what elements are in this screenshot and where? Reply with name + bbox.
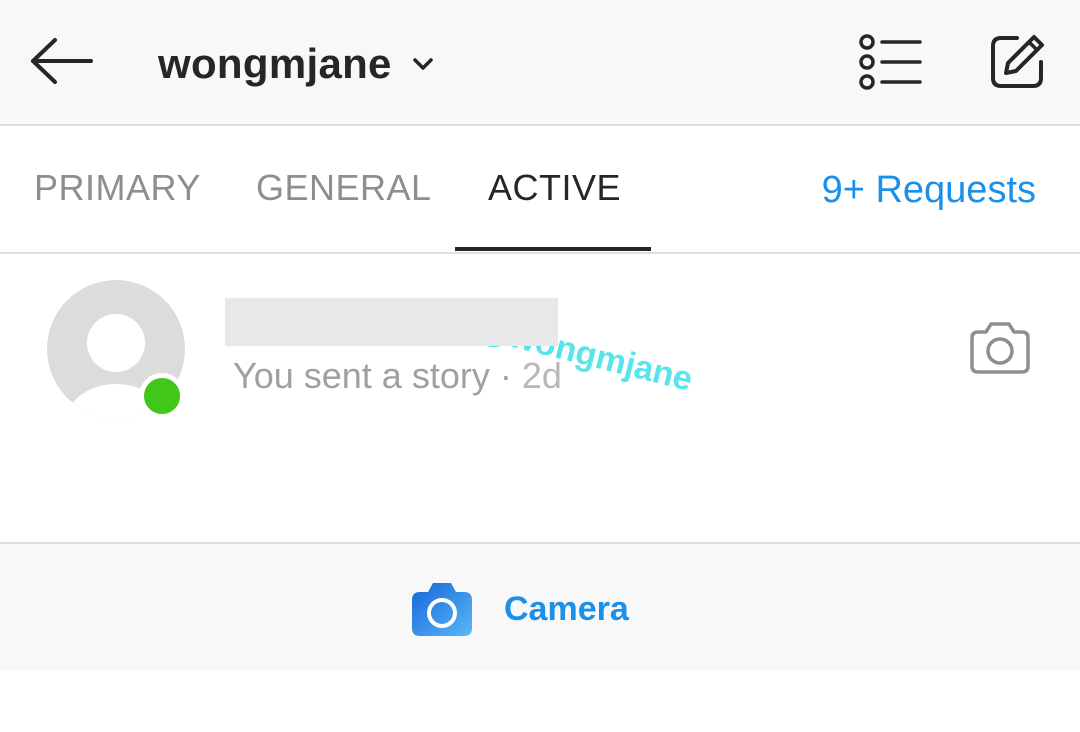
tab-active[interactable]: ACTIVE <box>488 164 621 212</box>
list-icon <box>858 33 924 95</box>
camera-outline-icon <box>968 318 1032 381</box>
inbox-tabs: PRIMARY GENERAL ACTIVE 9+ Requests @wong… <box>0 126 1080 399</box>
thread-camera-button[interactable] <box>962 314 1038 384</box>
requests-link[interactable]: 9+ Requests <box>822 166 1036 214</box>
direct-inbox-screen: wongmjane PRIMARY GENERAL ACTIVE 9+ Requ… <box>0 0 1080 732</box>
preview-separator: · <box>499 355 512 396</box>
avatar-head-shape <box>87 314 145 372</box>
list-view-button[interactable] <box>852 28 930 100</box>
arrow-left-icon <box>29 37 95 90</box>
chevron-down-icon <box>410 51 436 77</box>
tab-general[interactable]: GENERAL <box>256 164 432 212</box>
tab-primary[interactable]: PRIMARY <box>34 164 201 212</box>
active-tab-indicator <box>455 247 651 251</box>
message-preview: You sent a story · 2d <box>233 354 562 398</box>
back-button[interactable] <box>22 26 102 100</box>
account-switcher[interactable]: wongmjane <box>158 34 436 94</box>
camera-label: Camera <box>504 589 629 628</box>
thread-row[interactable]: You sent a story · 2d <box>0 256 1080 446</box>
bottom-camera-bar: Camera <box>0 542 1080 670</box>
preview-text: You sent a story <box>233 355 490 396</box>
camera-filled-icon <box>408 578 476 640</box>
username-title: wongmjane <box>158 40 392 87</box>
online-status-dot <box>139 373 185 419</box>
new-message-icon <box>987 32 1047 97</box>
new-message-button[interactable] <box>980 28 1054 100</box>
message-timestamp: 2d <box>521 355 562 396</box>
camera-button[interactable]: Camera <box>408 574 629 644</box>
header-bar: wongmjane <box>0 0 1080 126</box>
redacted-username <box>225 298 558 346</box>
